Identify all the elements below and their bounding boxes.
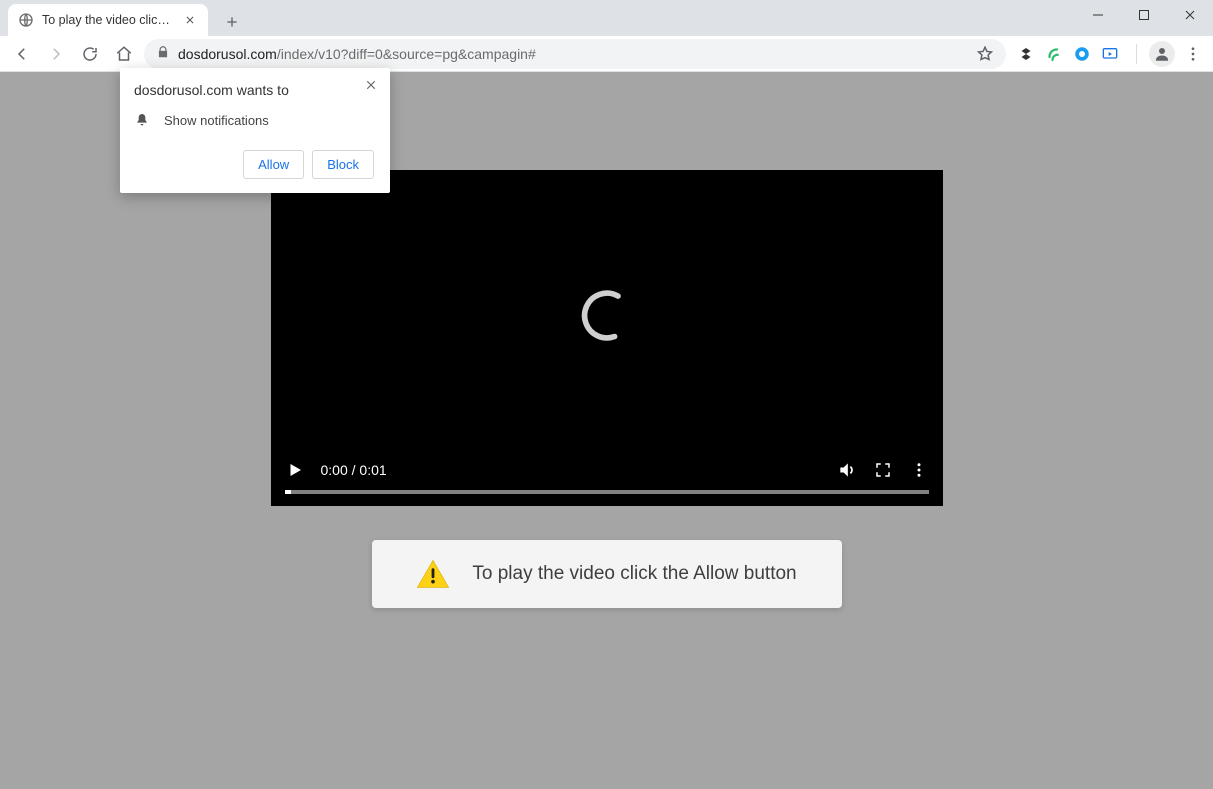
video-progress-bar[interactable] [285,490,929,494]
tab-close-button[interactable] [182,12,198,28]
maximize-button[interactable] [1121,0,1167,30]
popup-title: dosdorusol.com wants to [134,82,374,98]
tab-title: To play the video click the Allow [42,13,174,27]
video-time: 0:00 / 0:01 [321,462,387,478]
new-tab-button[interactable] [218,8,246,36]
toolbar-separator [1136,44,1137,64]
minimize-button[interactable] [1075,0,1121,30]
url-domain: dosdorusol.com [178,46,277,62]
browser-toolbar: dosdorusol.com/index/v10?diff=0&source=p… [0,36,1213,72]
warning-icon [416,559,450,589]
video-menu-button[interactable] [909,460,929,480]
bookmark-star-icon[interactable] [976,45,994,63]
tab-strip: To play the video click the Allow [0,0,1213,36]
browser-menu-button[interactable] [1181,45,1205,63]
bell-icon [134,112,150,128]
url-text: dosdorusol.com/index/v10?diff=0&source=p… [178,46,536,62]
video-player[interactable]: 0:00 / 0:01 [271,170,943,506]
play-button[interactable] [285,460,305,480]
extension-icon-3[interactable] [1072,44,1092,64]
lock-icon [156,45,170,62]
loading-spinner-icon [579,287,635,348]
extension-icons [1012,44,1124,64]
browser-tab[interactable]: To play the video click the Allow [8,4,208,36]
globe-icon [18,12,34,28]
forward-button[interactable] [42,40,70,68]
home-button[interactable] [110,40,138,68]
window-controls [1075,0,1213,30]
notification-permission-popup: dosdorusol.com wants to Show notificatio… [120,68,390,193]
reload-button[interactable] [76,40,104,68]
block-button[interactable]: Block [312,150,374,179]
popup-permission-text: Show notifications [164,113,269,128]
fullscreen-button[interactable] [873,460,893,480]
extension-icon-4[interactable] [1100,44,1120,64]
close-window-button[interactable] [1167,0,1213,30]
instruction-message: To play the video click the Allow button [372,540,842,608]
allow-button[interactable]: Allow [243,150,304,179]
popup-close-button[interactable] [362,76,380,94]
extension-icon-2[interactable] [1044,44,1064,64]
volume-button[interactable] [837,460,857,480]
back-button[interactable] [8,40,36,68]
url-path: /index/v10?diff=0&source=pg&campagin# [277,46,536,62]
extension-icon-1[interactable] [1016,44,1036,64]
instruction-text: To play the video click the Allow button [472,563,796,585]
profile-avatar[interactable] [1149,41,1175,67]
address-bar[interactable]: dosdorusol.com/index/v10?diff=0&source=p… [144,39,1006,69]
video-controls: 0:00 / 0:01 [271,446,943,506]
